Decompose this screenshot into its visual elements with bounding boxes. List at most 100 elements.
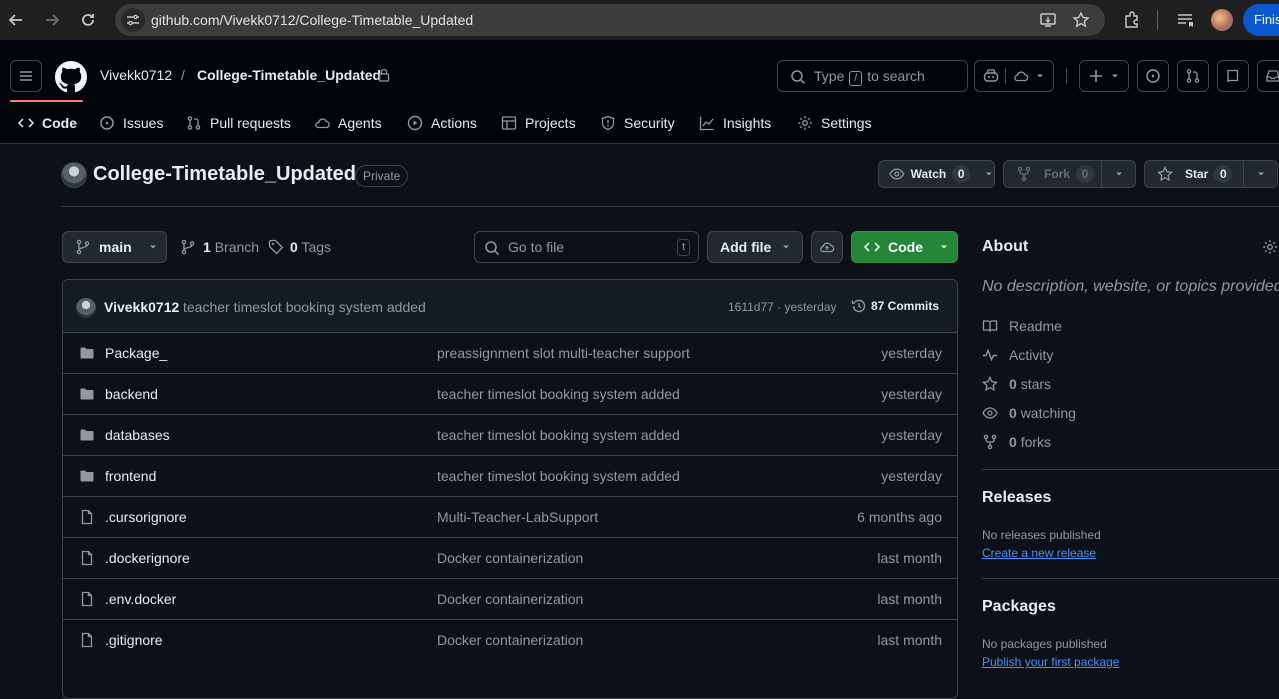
reload-icon[interactable] <box>78 10 98 30</box>
tab-actions[interactable]: Actions <box>407 102 477 144</box>
reading-list-icon[interactable] <box>1175 10 1195 30</box>
file-row[interactable]: .env.docker Docker containerization last m… <box>63 578 957 619</box>
breadcrumb-owner[interactable]: Vivekk0712 <box>100 67 172 83</box>
pull-request-icon <box>187 116 201 130</box>
file-name[interactable]: .env.docker <box>105 591 176 607</box>
branches-link[interactable]: 1 Branch <box>180 239 259 255</box>
back-arrow-icon[interactable] <box>6 10 26 30</box>
file-name[interactable]: .gitignore <box>105 632 163 648</box>
breadcrumb-repo[interactable]: College-Timetable_Updated <box>197 67 381 83</box>
readme-link[interactable]: Readme <box>982 318 1062 334</box>
file-row[interactable]: databases teacher timeslot booking system… <box>63 414 957 455</box>
file-name[interactable]: databases <box>105 427 170 443</box>
create-release-link[interactable]: Create a new release <box>982 546 1096 560</box>
gear-icon[interactable] <box>1262 239 1278 255</box>
fork-button[interactable]: Fork 0 <box>1003 160 1102 188</box>
commit-message[interactable]: teacher timeslot booking system added <box>183 299 426 315</box>
url-text[interactable]: github.com/Vivekk0712/College-Timetable_… <box>151 12 473 28</box>
fork-dropdown-button[interactable] <box>1101 160 1136 188</box>
cloud-icon[interactable] <box>1013 68 1029 84</box>
tab-agents[interactable]: Agents <box>314 102 382 144</box>
toolbar-divider <box>1157 10 1158 30</box>
profile-avatar[interactable] <box>1211 9 1233 31</box>
file-name[interactable]: Package_ <box>105 345 167 361</box>
file-commit-message[interactable]: teacher timeslot booking system added <box>437 468 680 484</box>
breadcrumb-separator: / <box>181 67 185 83</box>
file-row[interactable]: frontend teacher timeslot booking system … <box>63 455 957 496</box>
file-commit-message[interactable]: preassignment slot multi-teacher support <box>437 345 690 361</box>
tags-link[interactable]: 0 Tags <box>268 239 331 255</box>
pull-requests-button[interactable] <box>1177 60 1209 92</box>
shield-icon <box>601 115 615 131</box>
activity-link[interactable]: Activity <box>982 347 1053 363</box>
file-name[interactable]: .cursorignore <box>105 509 187 525</box>
branch-icon <box>181 239 195 255</box>
file-row[interactable]: .gitignore Docker containerization last mo… <box>63 619 957 660</box>
repositories-button[interactable] <box>1217 60 1249 92</box>
file-commit-message[interactable]: teacher timeslot booking system added <box>437 427 680 443</box>
copilot-icon[interactable] <box>983 68 999 84</box>
about-heading: About <box>982 238 1029 255</box>
github-logo-icon[interactable] <box>55 61 87 93</box>
file-name[interactable]: .dockerignore <box>105 550 190 566</box>
issues-button[interactable] <box>1137 60 1169 92</box>
repo-title[interactable]: College-Timetable_Updated <box>93 163 356 186</box>
code-button[interactable]: Code <box>851 231 958 263</box>
tab-projects[interactable]: Projects <box>501 102 576 144</box>
publish-package-link[interactable]: Publish your first package <box>982 655 1119 669</box>
install-app-icon[interactable] <box>1039 11 1057 29</box>
go-to-file-input[interactable]: Go to file t <box>474 231 699 263</box>
repo-icon <box>1227 69 1239 83</box>
file-commit-message[interactable]: Docker containerization <box>437 591 583 607</box>
file-row[interactable]: .cursorignore Multi-Teacher-LabSupport 6 m… <box>63 496 957 537</box>
file-row[interactable]: .dockerignore Docker containerization last… <box>63 537 957 578</box>
extensions-icon[interactable] <box>1122 10 1142 30</box>
gear-icon <box>798 116 812 130</box>
add-file-button[interactable]: Add file <box>707 231 803 263</box>
tab-issues[interactable]: Issues <box>99 102 163 144</box>
copilot-button-group[interactable] <box>974 60 1054 92</box>
file-row[interactable]: Package_ preassignment slot multi-teacher… <box>63 332 957 373</box>
tab-insights[interactable]: Insights <box>699 102 771 144</box>
commit-author-avatar[interactable] <box>76 298 96 318</box>
branch-selector[interactable]: main <box>62 231 167 263</box>
commits-link[interactable]: 87 Commits <box>851 298 939 314</box>
commit-author[interactable]: Vivekk0712 <box>104 299 179 315</box>
bookmark-star-icon[interactable] <box>1072 11 1090 29</box>
file-name[interactable]: backend <box>105 386 158 402</box>
search-input[interactable]: Type / to search <box>777 60 968 92</box>
folder-icon <box>79 345 95 361</box>
create-new-button[interactable] <box>1079 60 1129 92</box>
forks-link[interactable]: 0 forks <box>982 434 1051 450</box>
inbox-button[interactable] <box>1257 60 1279 92</box>
tab-label: Issues <box>123 115 164 131</box>
hamburger-menu-button[interactable] <box>10 60 42 92</box>
repo-owner-avatar[interactable] <box>61 162 87 188</box>
stars-link[interactable]: 0 stars <box>982 376 1051 392</box>
finish-update-button[interactable]: Finis <box>1243 4 1279 36</box>
tab-code[interactable]: Code <box>18 102 77 144</box>
star-button[interactable]: Star 0 <box>1144 160 1244 188</box>
tab-settings[interactable]: Settings <box>797 102 872 144</box>
packages-heading[interactable]: Packages <box>982 598 1056 616</box>
file-name[interactable]: frontend <box>105 468 156 484</box>
codespace-button[interactable] <box>811 231 843 263</box>
tab-pull-requests[interactable]: Pull requests <box>186 102 291 144</box>
sidebar-divider <box>982 469 1279 470</box>
file-commit-message[interactable]: teacher timeslot booking system added <box>437 386 680 402</box>
file-commit-message[interactable]: Docker containerization <box>437 632 583 648</box>
chevron-down-icon[interactable] <box>1035 71 1045 81</box>
file-commit-message[interactable]: Multi-Teacher-LabSupport <box>437 509 598 525</box>
forward-arrow-icon[interactable] <box>42 10 62 30</box>
commit-sha-time[interactable]: 1611d77 · yesterday <box>728 300 837 314</box>
file-row[interactable]: backend teacher timeslot booking system a… <box>63 373 957 414</box>
star-dropdown-button[interactable] <box>1243 160 1278 188</box>
watching-link[interactable]: 0 watching <box>982 405 1076 421</box>
add-file-label: Add file <box>720 239 772 255</box>
address-bar[interactable]: github.com/Vivekk0712/College-Timetable_… <box>115 4 1105 36</box>
releases-heading[interactable]: Releases <box>982 489 1051 507</box>
tab-security[interactable]: Security <box>600 102 675 144</box>
file-commit-message[interactable]: Docker containerization <box>437 550 583 566</box>
watch-button[interactable]: Watch 0 <box>878 160 995 188</box>
site-info-icon[interactable] <box>121 8 145 32</box>
